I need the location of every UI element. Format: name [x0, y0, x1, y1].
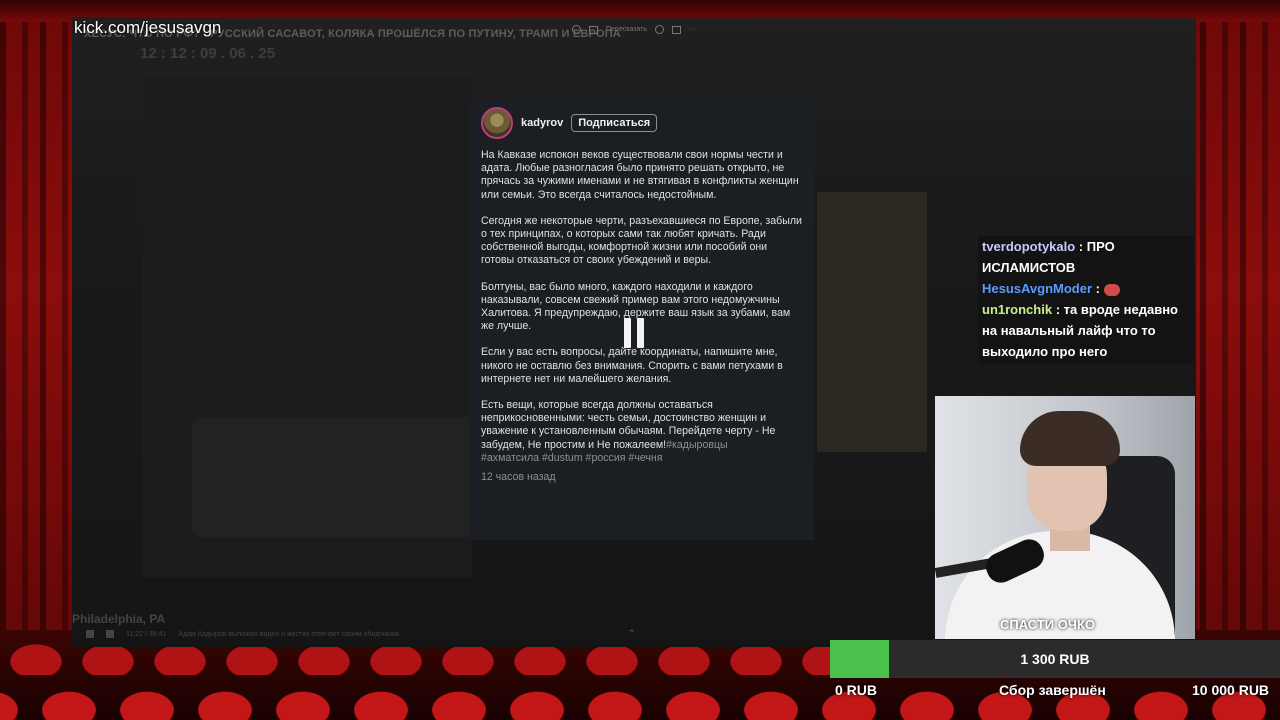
- post-paragraph: На Кавказе испокон веков существовали св…: [481, 149, 799, 201]
- emote-icon: [1103, 283, 1120, 296]
- video-top-actions: Пересказать ···: [572, 25, 696, 34]
- video-time: 11:22 / 38:41: [126, 630, 167, 638]
- donation-goal-current: 1 300 RUB: [1020, 651, 1090, 667]
- webcam-feed: [935, 396, 1195, 639]
- post-body: На Кавказе испокон веков существовали св…: [481, 149, 802, 483]
- chat-message: tverdopotykalo : ПРО ИСЛАМИСТОВ: [982, 239, 1115, 275]
- post-paragraph: Сегодня же некоторые черти, разъехавшиес…: [481, 214, 802, 267]
- post-hashtags[interactable]: #ахматсила #dustum #россия #чечня: [481, 452, 663, 464]
- post-paragraph-text: Есть вещи, которые всегда должны остават…: [481, 399, 776, 451]
- window-icon[interactable]: [672, 25, 682, 34]
- volume-icon[interactable]: [106, 630, 114, 638]
- refresh-icon[interactable]: [655, 25, 665, 34]
- chat-username[interactable]: HesusAvgnModer: [982, 281, 1092, 296]
- info-icon[interactable]: [572, 25, 581, 34]
- webcam-streamer-hair: [1020, 411, 1120, 466]
- post-paragraph: Если у вас есть вопросы, дайте координат…: [481, 346, 783, 385]
- donation-goal-status: Сбор завершён: [999, 682, 1106, 698]
- chat-message: un1ronchik : та вроде недавно на навальн…: [982, 302, 1178, 359]
- video-location: Philadelphia, PA: [72, 612, 166, 626]
- chat-username[interactable]: tverdopotykalo: [982, 239, 1075, 254]
- video-timestamp: 12 : 12 : 09 . 06 . 25: [140, 45, 276, 62]
- post-time-ago: 12 часов назад: [481, 471, 556, 484]
- subscribe-button[interactable]: Подписаться: [571, 114, 658, 132]
- donation-goal-title: СПАСТИ ОЧКО: [1000, 617, 1096, 632]
- post-paragraph-last: Есть вещи, которые всегда должны остават…: [481, 399, 802, 465]
- video-caption[interactable]: Адам Кадыров выложил видео и жестко отве…: [178, 631, 399, 638]
- chat-overlay: tverdopotykalo : ПРО ИСЛАМИСТОВ HesusAvg…: [978, 236, 1194, 364]
- pause-bar-left: [624, 318, 631, 348]
- chat-message: HesusAvgnModer :: [982, 278, 1190, 299]
- chevron-up-icon[interactable]: ⌃: [628, 628, 636, 639]
- more-icon[interactable]: ···: [689, 26, 696, 33]
- post-header: kadyrov Подписаться: [481, 107, 802, 139]
- summary-icon[interactable]: [589, 25, 598, 34]
- avatar[interactable]: [481, 107, 513, 139]
- share-summary-button[interactable]: Пересказать: [606, 26, 647, 33]
- donation-goal-bar: 1 300 RUB: [830, 640, 1280, 678]
- donation-goal-min: 0 RUB: [835, 682, 878, 698]
- pause-bar-right: [637, 318, 644, 348]
- post-username[interactable]: kadyrov: [521, 117, 563, 129]
- channel-url: kick.com/jesusavgn: [74, 18, 222, 37]
- pause-icon[interactable]: [621, 318, 647, 348]
- play-icon[interactable]: [86, 630, 94, 638]
- chat-username[interactable]: un1ronchik: [982, 302, 1052, 317]
- post-hashtag-inline[interactable]: #кадыровцы: [666, 439, 728, 451]
- donation-goal-max: 10 000 RUB: [1192, 682, 1270, 698]
